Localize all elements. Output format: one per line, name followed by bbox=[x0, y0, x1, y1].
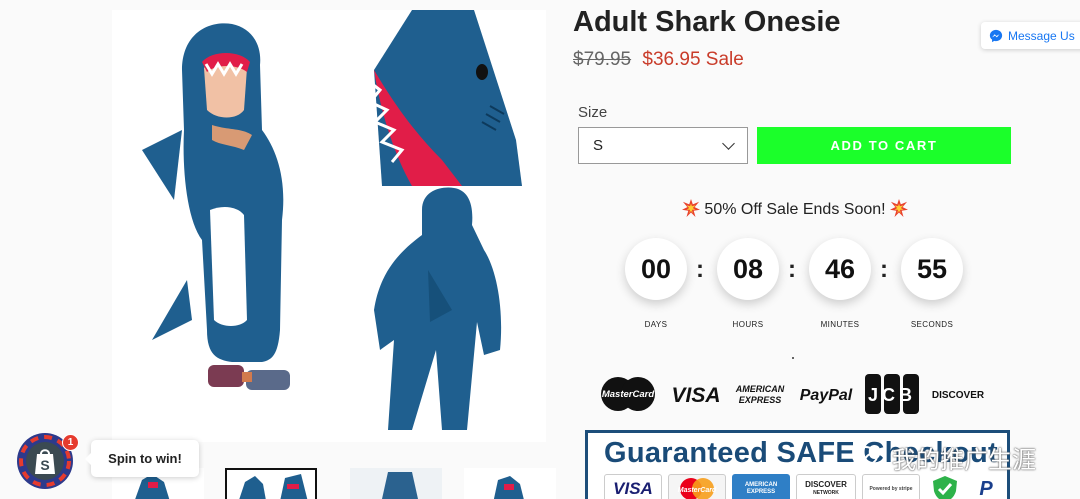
thumbnail-4[interactable] bbox=[464, 468, 556, 499]
mastercard-badge-icon: MasterCard bbox=[678, 478, 717, 499]
chevron-down-icon bbox=[722, 137, 735, 150]
countdown-days-label: DAYS bbox=[644, 320, 668, 329]
svg-text:MasterCard: MasterCard bbox=[678, 487, 717, 494]
price-row: $79.95 $36.95 Sale bbox=[573, 49, 744, 71]
discover-badge: DISCOVER NETWORK bbox=[796, 474, 856, 499]
mastercard-text: MasterCard bbox=[602, 389, 654, 400]
thumbnail-image-icon bbox=[350, 468, 442, 499]
countdown-hours-label: HOURS bbox=[732, 320, 764, 329]
discover-text: DISCOVER bbox=[932, 390, 985, 401]
amex-line2: EXPRESS bbox=[739, 395, 782, 405]
paypal-logo-icon: PayPal bbox=[800, 387, 853, 404]
countdown-separator: : bbox=[880, 256, 888, 283]
security-shield-badge bbox=[928, 474, 962, 499]
collision-emoji-icon bbox=[890, 199, 909, 217]
size-select[interactable]: S bbox=[578, 127, 748, 164]
amex-badge: AMERICAN EXPRESS bbox=[732, 474, 790, 499]
countdown-seconds-label: SECONDS bbox=[910, 320, 954, 329]
size-label: Size bbox=[578, 104, 608, 121]
divider-dot bbox=[792, 357, 794, 359]
visa-badge: VISA bbox=[604, 474, 662, 499]
countdown-separator: : bbox=[696, 256, 704, 283]
message-us-button[interactable]: Message Us bbox=[981, 22, 1080, 49]
spin-to-win-bubble[interactable]: Spin to win! bbox=[85, 440, 199, 477]
jcb-logo-icon: JCB bbox=[865, 374, 919, 414]
message-us-label: Message Us bbox=[1008, 28, 1075, 43]
countdown-minutes-value: 46 bbox=[809, 238, 871, 300]
wechat-icon bbox=[852, 445, 886, 470]
product-title: Adult Shark Onesie bbox=[573, 6, 841, 38]
thumbnail-3[interactable] bbox=[350, 468, 442, 499]
discover-badge-text: DISCOVER bbox=[805, 480, 847, 489]
stripe-badge: Powered by stripe bbox=[862, 474, 920, 499]
add-to-cart-button[interactable]: ADD TO CART bbox=[757, 127, 1011, 164]
amex-logo-icon: AMERICAN EXPRESS bbox=[735, 384, 785, 405]
sale-price: $36.95 Sale bbox=[642, 49, 744, 70]
notification-badge: 1 bbox=[62, 434, 79, 451]
countdown-minutes: 46 MINUTES bbox=[809, 238, 871, 329]
shark-onesie-photo bbox=[112, 10, 546, 442]
svg-text:S: S bbox=[40, 457, 49, 473]
countdown-days-value: 00 bbox=[625, 238, 687, 300]
countdown-timer: 00 DAYS : 08 HOURS : 46 MINUTES : 55 SEC… bbox=[600, 238, 990, 338]
sale-banner-text: 50% Off Sale Ends Soon! bbox=[704, 201, 886, 218]
watermark-text: 我的推广生涯 bbox=[892, 447, 1036, 474]
size-select-value: S bbox=[593, 137, 604, 154]
thumbnail-2[interactable] bbox=[225, 468, 317, 499]
sale-banner: 50% Off Sale Ends Soon! bbox=[600, 199, 990, 219]
countdown-minutes-label: MINUTES bbox=[820, 320, 860, 329]
messenger-icon bbox=[989, 29, 1003, 42]
countdown-seconds-value: 55 bbox=[901, 238, 963, 300]
visa-text: VISA bbox=[671, 384, 720, 407]
shield-check-icon bbox=[933, 476, 957, 499]
countdown-seconds: 55 SECONDS bbox=[901, 238, 963, 329]
thumbnail-image-icon bbox=[493, 476, 524, 499]
countdown-days: 00 DAYS bbox=[625, 238, 687, 329]
thumbnail-image-icon bbox=[239, 474, 308, 499]
amex-line1: AMERICAN bbox=[735, 384, 785, 394]
original-price: $79.95 bbox=[573, 49, 632, 70]
collision-emoji-icon bbox=[681, 199, 700, 217]
discover-logo-icon: DISCOVER bbox=[932, 390, 985, 401]
watermark: 我的推广生涯 bbox=[852, 440, 1036, 475]
product-page: Adult Shark Onesie $79.95 $36.95 Sale Si… bbox=[0, 0, 1080, 499]
countdown-hours: 08 HOURS bbox=[717, 238, 779, 329]
paypal-text: PayPal bbox=[800, 387, 853, 404]
countdown-hours-value: 08 bbox=[717, 238, 779, 300]
visa-logo-icon: VISA bbox=[671, 384, 720, 407]
mastercard-badge: MasterCard bbox=[668, 474, 726, 499]
countdown-separator: : bbox=[788, 256, 796, 283]
jcb-text: JCB bbox=[868, 385, 916, 405]
payment-logos: MasterCard VISA AMERICAN EXPRESS PayPal … bbox=[598, 372, 988, 418]
product-main-image[interactable] bbox=[112, 10, 546, 442]
paypal-badge: P bbox=[968, 474, 1004, 499]
discover-badge-sub: NETWORK bbox=[813, 490, 839, 496]
mastercard-logo-icon: MasterCard bbox=[601, 377, 655, 411]
